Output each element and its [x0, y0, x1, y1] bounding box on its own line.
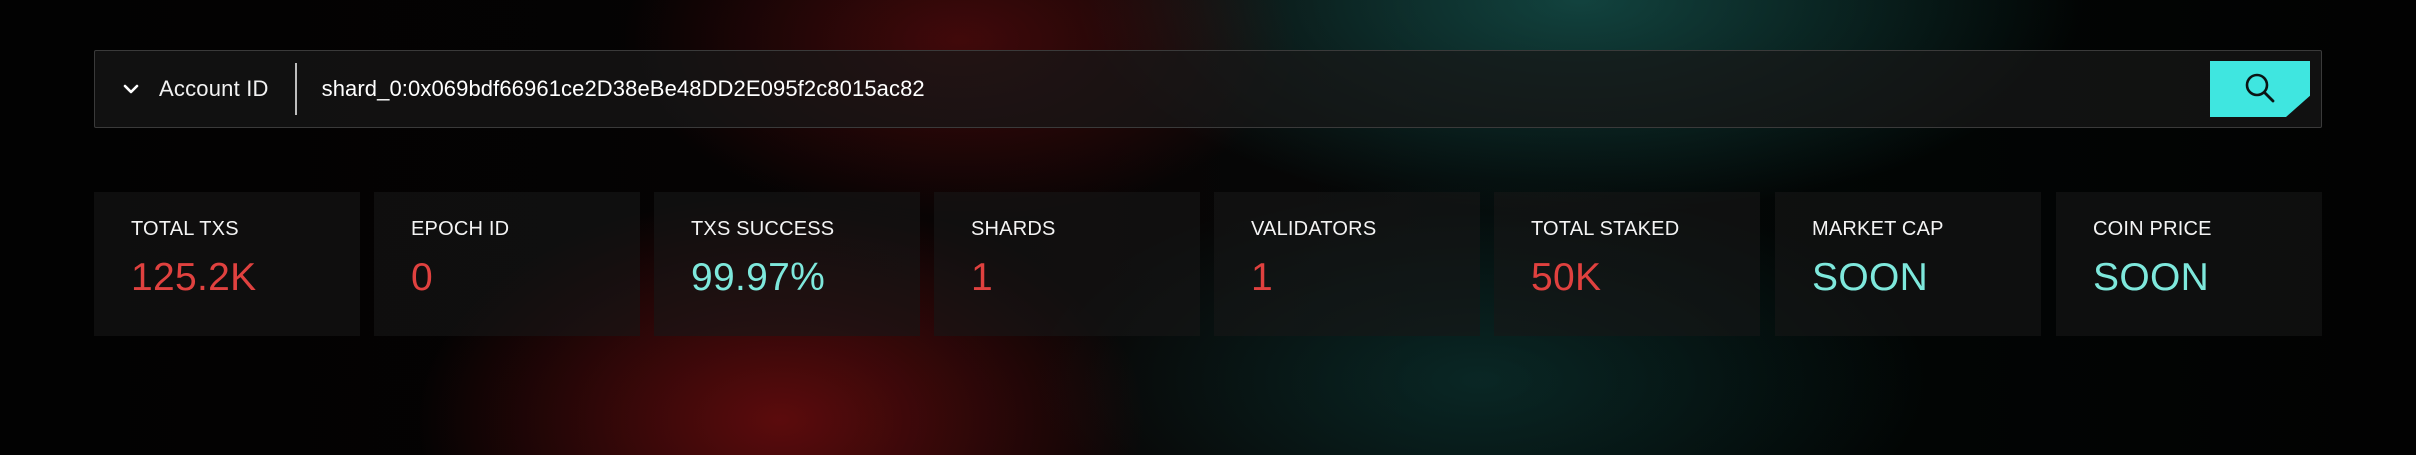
stat-value: 50K — [1531, 256, 1602, 299]
stat-card-shards: SHARDS 1 — [934, 192, 1200, 336]
stat-value: 1 — [1251, 256, 1273, 299]
stat-label: VALIDATORS — [1251, 218, 1377, 240]
stat-value: SOON — [1812, 256, 1929, 299]
stat-label: MARKET CAP — [1812, 218, 1944, 240]
stat-label: TXS SUCCESS — [691, 218, 835, 240]
search-icon — [2243, 71, 2277, 108]
stat-value: 0 — [411, 256, 433, 299]
search-type-dropdown[interactable]: Account ID — [95, 51, 295, 127]
stat-value: SOON — [2093, 256, 2210, 299]
stat-label: TOTAL TXS — [131, 218, 239, 240]
search-button[interactable] — [2210, 61, 2310, 117]
stat-card-total-staked: TOTAL STAKED 50K — [1494, 192, 1760, 336]
stat-label: TOTAL STAKED — [1531, 218, 1680, 240]
stat-label: SHARDS — [971, 218, 1056, 240]
search-bar: Account ID — [94, 50, 2322, 128]
search-type-label: Account ID — [159, 76, 269, 101]
stat-card-market-cap: MARKET CAP SOON — [1775, 192, 2041, 336]
stat-value: 125.2K — [131, 256, 257, 299]
stat-card-txs-success: TXS SUCCESS 99.97% — [654, 192, 920, 336]
stat-card-epoch-id: EPOCH ID 0 — [374, 192, 640, 336]
stats-row: TOTAL TXS 125.2K EPOCH ID 0 TXS SUCCESS … — [94, 192, 2322, 336]
stat-value: 99.97% — [691, 256, 826, 299]
chevron-down-icon — [121, 79, 141, 99]
search-input[interactable] — [296, 50, 2210, 128]
stat-card-total-txs: TOTAL TXS 125.2K — [94, 192, 360, 336]
stat-label: COIN PRICE — [2093, 218, 2212, 240]
stat-card-coin-price: COIN PRICE SOON — [2056, 192, 2322, 336]
stat-card-validators: VALIDATORS 1 — [1214, 192, 1480, 336]
stat-label: EPOCH ID — [411, 218, 510, 240]
stat-value: 1 — [971, 256, 993, 299]
